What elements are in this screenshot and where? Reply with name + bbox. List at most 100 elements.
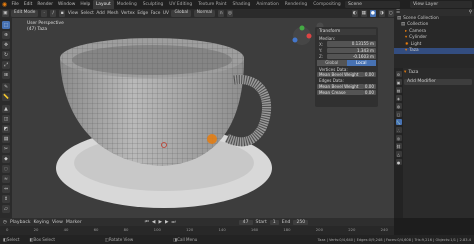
play-icon[interactable]: ▶ [158, 220, 162, 225]
edge-slide-tool-icon[interactable]: ⇔ [2, 185, 10, 193]
z-field[interactable]: Z: -0.1603 m [317, 53, 376, 60]
modifier-tab-icon[interactable]: 🔧 [395, 119, 402, 125]
z-value[interactable]: -0.1603 m [327, 53, 376, 60]
edge-select-icon[interactable]: / [49, 10, 57, 17]
menu-timeline-view[interactable]: View [52, 220, 63, 225]
tab-uv-editing[interactable]: UV Editing [166, 0, 195, 9]
tab-layout[interactable]: Layout [92, 0, 114, 9]
edge-bevel-value[interactable]: 0.00 [364, 83, 376, 89]
y-value[interactable]: 1.343 m [327, 47, 376, 54]
menu-marker[interactable]: Marker [66, 220, 82, 225]
menu-window[interactable]: Window [56, 0, 78, 9]
jump-end-icon[interactable]: ⏭ [172, 219, 176, 225]
local-button[interactable]: Local [346, 59, 376, 66]
edge-bevel-field[interactable]: Mean Bevel Weight 0.00 [317, 83, 376, 90]
menu-render[interactable]: Render [35, 0, 56, 9]
menu-playback[interactable]: Playback [10, 220, 31, 225]
inset-tool-icon[interactable]: ◫ [2, 115, 10, 123]
physics-tab-icon[interactable]: ◎ [395, 135, 402, 141]
add-modifier-button[interactable]: Add Modifier [404, 79, 472, 85]
menu-add[interactable]: Add [96, 11, 104, 16]
crease-field[interactable]: Mean Crease 0.00 [317, 89, 376, 96]
transform-header[interactable]: Transform [317, 29, 376, 35]
overlays-icon[interactable]: ◐ [351, 10, 358, 17]
select-box-tool-icon[interactable]: ⬚ [2, 21, 10, 29]
end-frame-field[interactable]: 250 [293, 219, 309, 225]
crease-value[interactable]: 0.00 [364, 89, 376, 96]
current-frame-field[interactable]: 47 [238, 219, 253, 225]
view-layer-selector[interactable]: View Layer [410, 1, 472, 8]
extrude-tool-icon[interactable]: ▲ [2, 105, 10, 113]
magnet-icon[interactable]: ∩ [217, 10, 225, 17]
scene-tab-icon[interactable]: ◈ [395, 95, 402, 101]
jump-start-icon[interactable]: ⏮ [145, 219, 149, 225]
menu-edge[interactable]: Edge [137, 11, 148, 16]
tab-shading[interactable]: Shading [230, 0, 254, 9]
menu-mesh[interactable]: Mesh [107, 11, 118, 16]
global-button[interactable]: Global [317, 59, 347, 66]
world-tab-icon[interactable]: ◍ [395, 103, 402, 109]
next-keyframe-icon[interactable]: ▶ [165, 220, 169, 225]
output-tab-icon[interactable]: ▤ [395, 87, 402, 93]
menu-face[interactable]: Face [151, 11, 161, 16]
shading-solid-icon[interactable]: ● [369, 10, 376, 17]
tab-sculpting[interactable]: Sculpting [140, 0, 167, 9]
scene-selector[interactable]: Scene [345, 1, 400, 8]
move-tool-icon[interactable]: ✥ [2, 41, 10, 49]
xray-icon[interactable]: ▦ [360, 10, 367, 17]
y-field[interactable]: Y: 1.343 m [317, 47, 376, 54]
tab-animation[interactable]: Animation [253, 0, 281, 9]
menu-vertex[interactable]: Vertex [121, 11, 135, 16]
x-field[interactable]: X: 0.13155 m [317, 41, 376, 47]
vertex-select-icon[interactable]: · [40, 10, 48, 17]
shear-tool-icon[interactable]: ▱ [2, 205, 10, 213]
menu-view[interactable]: View [68, 11, 78, 16]
measure-tool-icon[interactable]: 📏 [2, 93, 10, 101]
material-tab-icon[interactable]: ● [395, 159, 402, 165]
tab-rendering[interactable]: Rendering [282, 0, 310, 9]
object-tab-icon[interactable]: ▢ [395, 111, 402, 117]
data-tab-icon[interactable]: △ [395, 151, 402, 157]
filter-icon[interactable]: ⚲ [469, 10, 472, 15]
vertex-bevel-value[interactable]: 0.00 [364, 72, 376, 78]
tab-modeling[interactable]: Modeling [114, 0, 140, 9]
particles-tab-icon[interactable]: ∴ [395, 127, 402, 133]
menu-keying[interactable]: Keying [34, 220, 49, 225]
menu-file[interactable]: File [9, 0, 21, 9]
shrink-fatten-tool-icon[interactable]: ⇕ [2, 195, 10, 203]
annotate-tool-icon[interactable]: ✎ [2, 83, 10, 91]
tool-tab-icon[interactable]: ⚙ [395, 71, 402, 77]
snap-dropdown[interactable]: Normal [193, 10, 216, 17]
shading-material-icon[interactable]: ◑ [378, 10, 385, 17]
frame-ruler[interactable]: 0 20 40 60 80 100 120 140 160 180 200 22… [0, 227, 394, 235]
scale-tool-icon[interactable]: ⤢ [2, 61, 10, 69]
tab-compositing[interactable]: Compositing [310, 0, 344, 9]
spin-tool-icon[interactable]: ◌ [2, 165, 10, 173]
menu-edit[interactable]: Edit [21, 0, 35, 9]
editor-type-icon[interactable]: ▣ [2, 10, 9, 17]
object-name[interactable]: Taza [408, 70, 418, 76]
timeline-type-icon[interactable]: ◷ [3, 220, 7, 225]
menu-select[interactable]: Select [81, 11, 94, 16]
poly-build-tool-icon[interactable]: ◆ [2, 155, 10, 163]
loop-cut-tool-icon[interactable]: ▤ [2, 135, 10, 143]
prev-keyframe-icon[interactable]: ◀ [152, 220, 156, 225]
menu-uv[interactable]: UV [163, 11, 169, 16]
render-tab-icon[interactable]: ▣ [395, 79, 402, 85]
face-select-icon[interactable]: ▪ [58, 10, 66, 17]
outliner-item-taza[interactable]: ▾ Taza [394, 47, 474, 55]
orientation-dropdown[interactable]: Global [171, 10, 192, 17]
mode-dropdown[interactable]: Edit Mode [11, 10, 39, 17]
blender-logo-icon[interactable]: ◉ [0, 0, 9, 9]
x-value[interactable]: 0.13155 m [327, 41, 376, 47]
knife-tool-icon[interactable]: ✂ [2, 145, 10, 153]
cursor-tool-icon[interactable]: ⊕ [2, 31, 10, 39]
transform-tool-icon[interactable]: ⊞ [2, 71, 10, 79]
rotate-tool-icon[interactable]: ↻ [2, 51, 10, 59]
outliner-type-icon[interactable]: ☰ [396, 10, 400, 15]
start-frame-field[interactable]: 1 [269, 219, 279, 225]
proportional-edit-icon[interactable]: ◎ [226, 10, 234, 17]
tab-texture-paint[interactable]: Texture Paint [195, 0, 229, 9]
smooth-tool-icon[interactable]: ≈ [2, 175, 10, 183]
navigation-gizmo[interactable] [292, 25, 312, 46]
